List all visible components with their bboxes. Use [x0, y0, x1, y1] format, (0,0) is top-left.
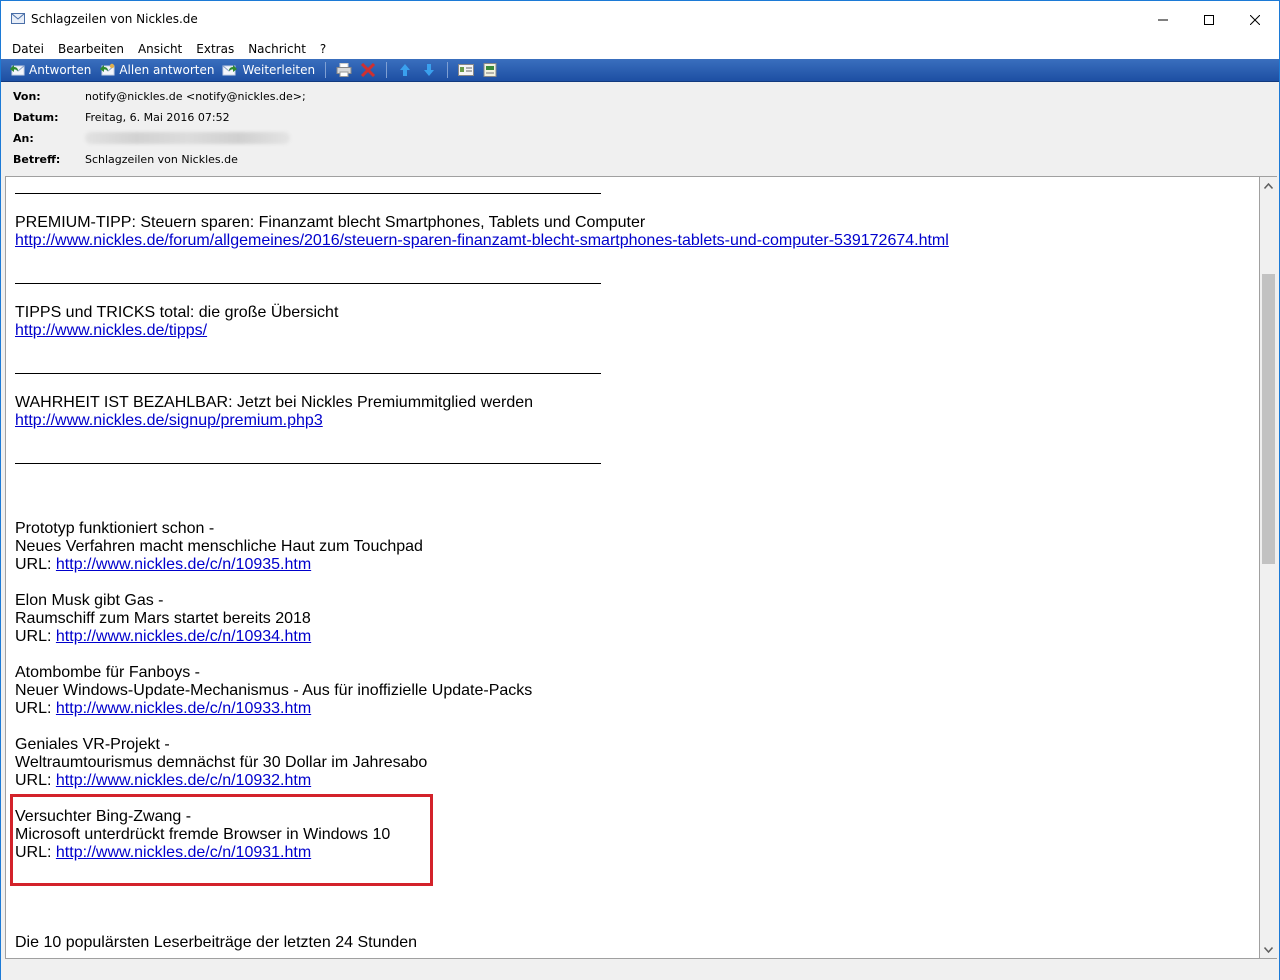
divider	[15, 463, 601, 464]
date-value: Freitag, 6. Mai 2016 07:52	[85, 110, 230, 124]
toolbar: Antworten Allen antworten Weiterleiten	[1, 59, 1279, 82]
reply-all-button[interactable]: Allen antworten	[95, 60, 218, 80]
scroll-down-button[interactable]	[1260, 941, 1277, 958]
forward-label: Weiterleiten	[242, 63, 316, 77]
popular-heading: Die 10 populärsten Leserbeiträge der let…	[15, 934, 418, 951]
addressbook-icon	[483, 63, 497, 77]
contact-card-button[interactable]	[457, 61, 475, 79]
divider	[15, 283, 601, 284]
print-icon	[336, 63, 352, 77]
wahrheit-link[interactable]: http://www.nickles.de/signup/premium.php…	[15, 412, 323, 429]
reply-all-label: Allen antworten	[119, 63, 215, 77]
reply-button[interactable]: Antworten	[5, 60, 95, 80]
menu-bar: Datei Bearbeiten Ansicht Extras Nachrich…	[1, 38, 1279, 59]
title-bar: Schlagzeilen von Nickles.de	[1, 1, 1279, 38]
menu-nachricht[interactable]: Nachricht	[241, 42, 313, 56]
message-body[interactable]: PREMIUM-TIPP: Steuern sparen: Finanzamt …	[5, 176, 1260, 959]
previous-message-button[interactable]	[396, 61, 414, 79]
news-url-row: URL: http://www.nickles.de/c/n/10932.htm	[15, 772, 311, 790]
news-link[interactable]: http://www.nickles.de/c/n/10934.htm	[56, 628, 311, 645]
print-button[interactable]	[335, 61, 353, 79]
toolbar-separator	[386, 62, 388, 78]
news-link[interactable]: http://www.nickles.de/c/n/10933.htm	[56, 700, 311, 717]
premium-tip-link[interactable]: http://www.nickles.de/forum/allgemeines/…	[15, 232, 949, 249]
news-url-row: URL: http://www.nickles.de/c/n/10933.htm	[15, 700, 311, 718]
minimize-button[interactable]	[1140, 1, 1186, 38]
divider	[15, 193, 601, 194]
url-prefix: URL:	[15, 556, 56, 573]
subject-value: Schlagzeilen von Nickles.de	[85, 152, 238, 166]
subject-label: Betreff:	[13, 152, 61, 166]
envelope-icon	[11, 13, 25, 24]
toolbar-separator	[325, 62, 327, 78]
news-link[interactable]: http://www.nickles.de/c/n/10932.htm	[56, 772, 311, 789]
news-url-row: URL: http://www.nickles.de/c/n/10934.htm	[15, 628, 311, 646]
vertical-scrollbar[interactable]	[1260, 176, 1277, 959]
menu-datei[interactable]: Datei	[5, 42, 51, 56]
reply-label: Antworten	[29, 63, 92, 77]
window-title: Schlagzeilen von Nickles.de	[31, 12, 198, 26]
url-prefix: URL:	[15, 628, 56, 645]
delete-icon	[361, 63, 376, 77]
news-title: Geniales VR-Projekt -	[15, 736, 170, 753]
to-value-redacted	[85, 132, 290, 144]
from-row: Von: notify@nickles.de <notify@nickles.d…	[13, 87, 306, 105]
menu-bearbeiten[interactable]: Bearbeiten	[51, 42, 131, 56]
scroll-up-button[interactable]	[1260, 177, 1277, 194]
close-button[interactable]	[1232, 1, 1278, 38]
menu-extras[interactable]: Extras	[189, 42, 241, 56]
news-subtitle: Neuer Windows-Update-Mechanismus - Aus f…	[15, 682, 533, 699]
date-row: Datum: Freitag, 6. Mai 2016 07:52	[13, 108, 230, 126]
news-subtitle: Raumschiff zum Mars startet bereits 2018	[15, 610, 311, 627]
maximize-button[interactable]	[1186, 1, 1232, 38]
menu-help[interactable]: ?	[313, 42, 333, 56]
premium-tip-text: PREMIUM-TIPP: Steuern sparen: Finanzamt …	[15, 214, 646, 231]
tipps-text: TIPPS und TRICKS total: die große Übersi…	[15, 304, 339, 321]
reply-icon	[10, 65, 25, 76]
status-strip	[1, 961, 1279, 980]
next-message-button[interactable]	[420, 61, 438, 79]
news-subtitle: Weltraumtourismus demnächst für 30 Dolla…	[15, 754, 428, 771]
divider	[15, 373, 601, 374]
highlight-box	[10, 794, 433, 886]
down-arrow-icon	[424, 64, 435, 76]
reply-all-icon	[100, 63, 115, 76]
maximize-icon	[1204, 14, 1214, 25]
delete-button[interactable]	[359, 61, 377, 79]
subject-row: Betreff: Schlagzeilen von Nickles.de	[13, 150, 238, 168]
mail-window: Schlagzeilen von Nickles.de Datei Bearbe…	[0, 0, 1280, 980]
chevron-up-icon	[1264, 182, 1273, 189]
wahrheit-text: WAHRHEIT IST BEZAHLBAR: Jetzt bei Nickle…	[15, 394, 534, 411]
news-title: Elon Musk gibt Gas -	[15, 592, 164, 609]
tipps-link[interactable]: http://www.nickles.de/tipps/	[15, 322, 207, 339]
minimize-icon	[1158, 19, 1168, 20]
news-url-row: URL: http://www.nickles.de/c/n/10935.htm	[15, 556, 311, 574]
close-icon	[1250, 14, 1260, 25]
to-label: An:	[13, 131, 34, 145]
forward-icon	[222, 65, 238, 76]
chevron-down-icon	[1264, 946, 1273, 953]
news-link[interactable]: http://www.nickles.de/c/n/10935.htm	[56, 556, 311, 573]
to-row: An:	[13, 129, 290, 147]
news-subtitle: Neues Verfahren macht menschliche Haut z…	[15, 538, 423, 555]
from-value[interactable]: notify@nickles.de <notify@nickles.de>;	[85, 90, 306, 103]
menu-ansicht[interactable]: Ansicht	[131, 42, 189, 56]
url-prefix: URL:	[15, 700, 56, 717]
contact-card-icon	[458, 64, 475, 76]
scroll-thumb[interactable]	[1262, 274, 1275, 564]
news-title: Atombombe für Fanboys -	[15, 664, 200, 681]
message-header: Von: notify@nickles.de <notify@nickles.d…	[1, 82, 1279, 174]
from-label: Von:	[13, 89, 41, 103]
forward-button[interactable]: Weiterleiten	[218, 60, 319, 80]
toolbar-separator	[447, 62, 449, 78]
up-arrow-icon	[400, 64, 411, 76]
url-prefix: URL:	[15, 772, 56, 789]
news-title: Prototyp funktioniert schon -	[15, 520, 215, 537]
addressbook-button[interactable]	[481, 61, 499, 79]
date-label: Datum:	[13, 110, 59, 124]
